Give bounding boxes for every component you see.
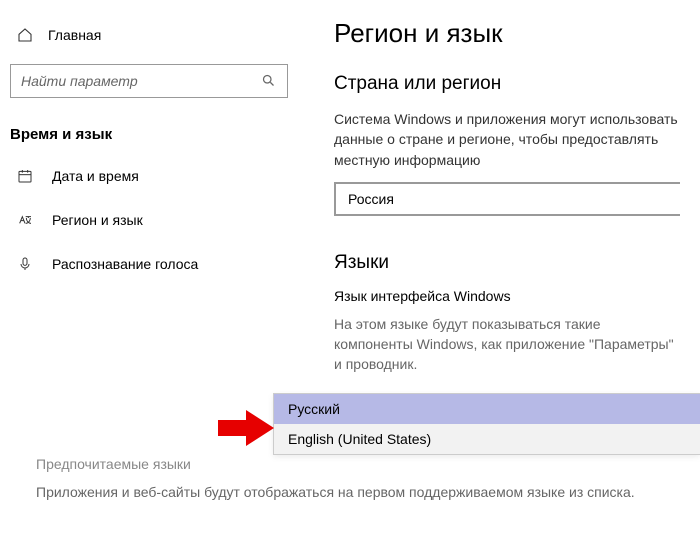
- region-group-title: Страна или регион: [334, 73, 680, 95]
- region-description: Система Windows и приложения могут испол…: [334, 109, 680, 170]
- preferred-languages-title: Предпочитаемые языки: [36, 456, 680, 472]
- languages-group-title: Языки: [334, 252, 680, 274]
- search-input[interactable]: [21, 73, 261, 89]
- interface-language-dropdown-list: Русский English (United States): [273, 393, 700, 455]
- preferred-languages-section: Предпочитаемые языки Приложения и веб-са…: [36, 456, 680, 514]
- sidebar-section-title: Время и язык: [0, 118, 298, 157]
- home-icon: [16, 26, 34, 44]
- nav-home[interactable]: Главная: [0, 20, 298, 50]
- language-icon: [16, 211, 34, 229]
- sidebar-item-region-language[interactable]: Регион и язык: [0, 201, 298, 239]
- option-label: Русский: [288, 401, 340, 417]
- sidebar-item-date-time[interactable]: Дата и время: [0, 157, 298, 195]
- page-title: Регион и язык: [334, 18, 680, 49]
- search-icon: [261, 73, 277, 89]
- sidebar-item-speech[interactable]: Распознавание голоса: [0, 245, 298, 283]
- sidebar-item-label: Распознавание голоса: [52, 256, 198, 272]
- interface-language-title: Язык интерфейса Windows: [334, 288, 680, 304]
- search-input-wrapper[interactable]: [10, 64, 288, 98]
- dropdown-option-english-us[interactable]: English (United States): [274, 424, 700, 454]
- nav-home-label: Главная: [48, 27, 101, 43]
- sidebar-item-label: Дата и время: [52, 168, 139, 184]
- region-dropdown[interactable]: Россия: [334, 182, 680, 216]
- calendar-icon: [16, 167, 34, 185]
- interface-language-description: На этом языке будут показываться такие к…: [334, 314, 680, 375]
- region-dropdown-value: Россия: [348, 191, 394, 207]
- option-label: English (United States): [288, 431, 431, 447]
- sidebar-item-label: Регион и язык: [52, 212, 143, 228]
- annotation-arrow-icon: [218, 410, 274, 446]
- microphone-icon: [16, 255, 34, 273]
- dropdown-option-russian[interactable]: Русский: [274, 394, 700, 424]
- preferred-languages-description: Приложения и веб-сайты будут отображатьс…: [36, 482, 680, 502]
